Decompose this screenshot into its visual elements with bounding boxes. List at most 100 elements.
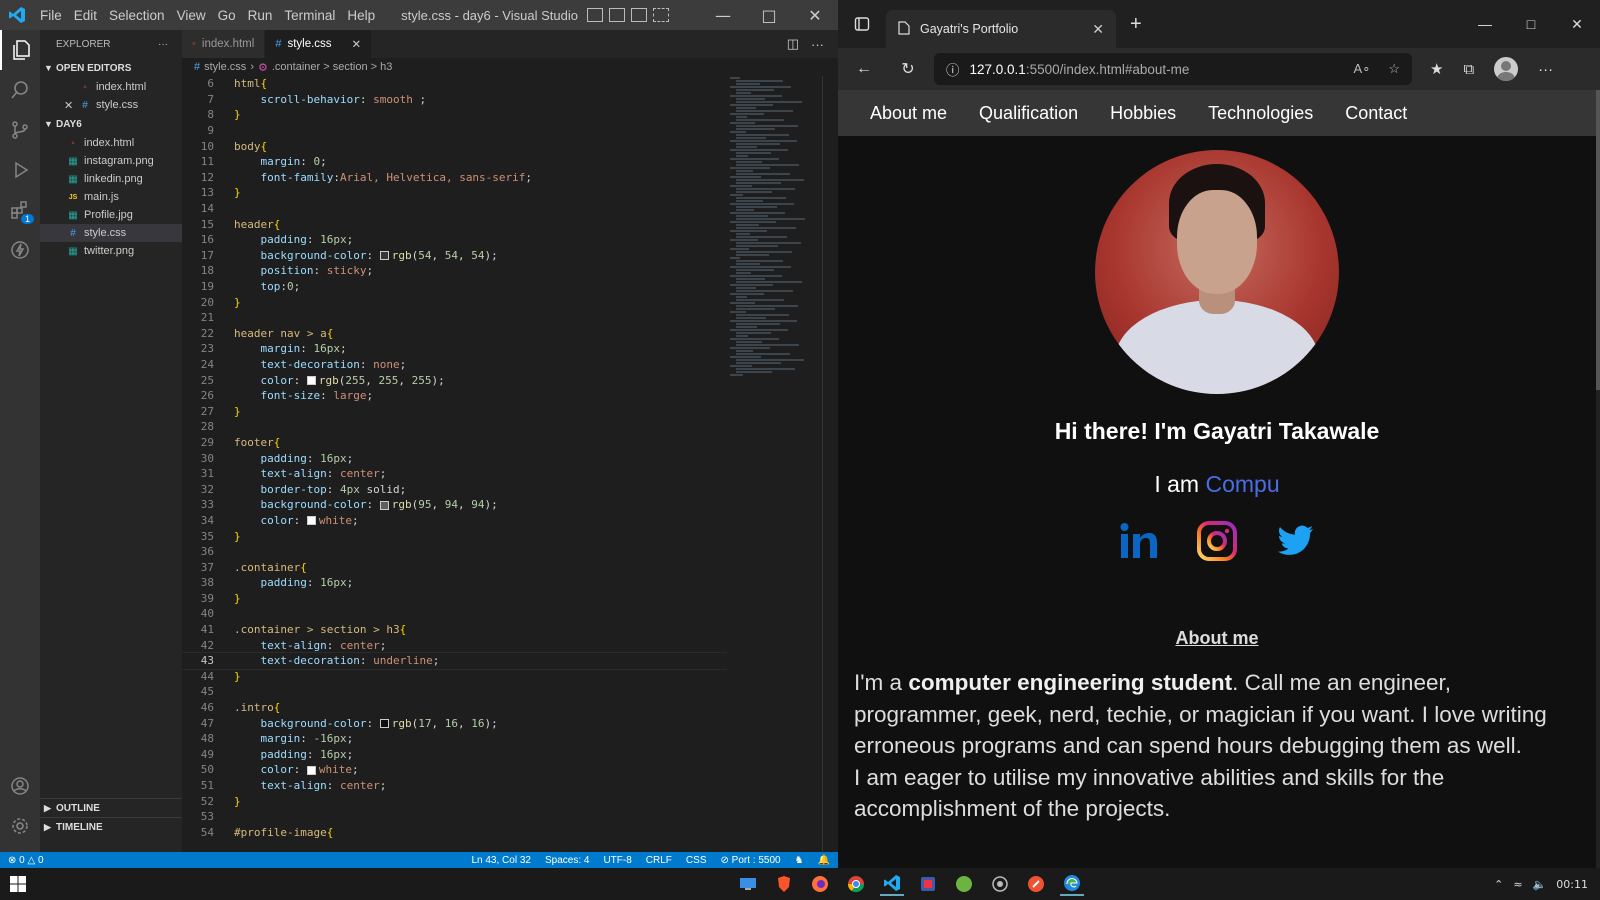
more-actions-icon[interactable]: ··· [158,39,168,50]
live-server-port[interactable]: ⊘ Port : 5500 [720,855,780,866]
editor-scrollbar[interactable] [822,76,836,852]
code-line[interactable]: 14 [182,201,727,217]
customize-layout-icon[interactable] [653,8,670,22]
color-swatch-icon[interactable] [306,376,316,386]
toggle-panel-icon[interactable] [609,8,626,22]
code-line[interactable]: 17 background-color: rgb(54, 54, 54); [182,248,727,264]
file-tree-item[interactable]: ▦ twitter.png [40,242,182,260]
file-tree-item[interactable]: ▦ Profile.jpg [40,206,182,224]
maximize-icon[interactable]: □ [746,6,792,25]
read-aloud-icon[interactable]: A∘ [1354,61,1371,77]
file-tree-item[interactable]: # style.css [40,224,182,242]
info-icon[interactable]: ⓘ [946,59,960,79]
code-line[interactable]: 48 margin: -16px; [182,731,727,747]
code-line[interactable]: 27} [182,403,727,419]
language-mode[interactable]: CSS [686,855,707,866]
file-tree-item[interactable]: ▦ instagram.png [40,152,182,170]
speaker-icon[interactable]: 🔈 [1533,878,1547,891]
menu-item-run[interactable]: Run [242,8,279,23]
code-line[interactable]: 33 background-color: rgb(95, 94, 94); [182,497,727,513]
code-line[interactable]: 9 [182,123,727,139]
code-line[interactable]: 20} [182,294,727,310]
twitter-icon[interactable] [1274,520,1316,562]
page-scrollbar[interactable] [1596,90,1600,868]
instagram-icon[interactable] [1196,520,1238,562]
code-line[interactable]: 19 top:0; [182,279,727,295]
color-swatch-icon[interactable] [379,500,389,510]
linkedin-icon[interactable] [1118,520,1160,562]
code-line[interactable]: 47 background-color: rgb(17, 16, 16); [182,715,727,731]
code-line[interactable]: 42 text-align: center; [182,637,727,653]
settings-gear-icon[interactable] [0,806,40,846]
menu-item-go[interactable]: Go [212,8,242,23]
code-line[interactable]: 51 text-align: center; [182,778,727,794]
more-actions-icon[interactable]: ··· [811,37,824,52]
close-tab-icon[interactable]: ✕ [352,37,362,51]
color-swatch-icon[interactable] [306,765,316,775]
problems-indicator[interactable]: ⊗ 0 △ 0 [8,855,44,866]
code-line[interactable]: 29 footer{ [182,435,727,451]
vscode-icon[interactable] [880,872,904,896]
code-line[interactable]: 28 [182,419,727,435]
back-arrow-icon[interactable]: ← [846,60,882,78]
minimap[interactable] [730,76,810,396]
menu-item-edit[interactable]: Edit [68,8,103,23]
code-line[interactable]: 11 margin: 0; [182,154,727,170]
code-editor[interactable]: 6 html{7 scroll-behavior: smooth ; 8} 9 10 bo… [182,76,727,852]
code-line[interactable]: 12 font-family:Arial, Helvetica, sans-se… [182,170,727,186]
cursor-position[interactable]: Ln 43, Col 32 [471,855,531,866]
wifi-icon[interactable]: ≈ [1513,878,1522,891]
nav-link-qualification[interactable]: Qualification [979,103,1078,124]
code-line[interactable]: 22 header nav > a{ [182,326,727,342]
breadcrumb-file[interactable]: style.css [204,61,246,73]
explorer-icon[interactable] [0,30,40,70]
nav-link-contact[interactable]: Contact [1345,103,1407,124]
tab-style-css[interactable]: # style.css ✕ [265,30,373,58]
encoding[interactable]: UTF-8 [603,855,631,866]
close-icon[interactable]: ✕ [64,99,78,112]
extensions-icon[interactable]: 1 [0,190,40,230]
code-line[interactable]: 38 padding: 16px; [182,575,727,591]
code-line[interactable]: 46 .intro{ [182,700,727,716]
code-line[interactable]: 49 padding: 16px; [182,747,727,763]
color-swatch-icon[interactable] [379,719,389,729]
code-line[interactable]: 16 padding: 16px; [182,232,727,248]
address-bar[interactable]: ⓘ 127.0.0.1:5500/index.html#about-me A∘ … [934,53,1412,85]
minimize-icon[interactable]: — [1462,16,1508,33]
new-tab-icon[interactable]: + [1130,13,1142,36]
edge-icon[interactable] [1060,872,1084,896]
favorites-icon[interactable]: ★ [1430,60,1443,78]
code-line[interactable]: 30 padding: 16px; [182,450,727,466]
chevron-up-icon[interactable]: ⌃ [1494,878,1503,891]
code-line[interactable]: 6 html{ [182,76,727,92]
chrome-icon[interactable] [844,872,868,896]
outline-section[interactable]: ▶ OUTLINE [40,798,182,817]
code-line[interactable]: 13} [182,185,727,201]
code-line[interactable]: 25 color: rgb(255, 255, 255); [182,372,727,388]
code-line[interactable]: 26 font-size: large; [182,388,727,404]
code-line[interactable]: 44} [182,669,727,685]
browser-tab[interactable]: Gayatri's Portfolio ✕ [886,10,1116,48]
code-line[interactable]: 8} [182,107,727,123]
code-line[interactable]: 21 [182,310,727,326]
desktop-app-icon[interactable] [736,872,760,896]
app-icon-2[interactable] [988,872,1012,896]
add-favorite-icon[interactable]: ☆ [1388,61,1400,77]
file-tree-item[interactable]: ▦ linkedin.png [40,170,182,188]
brave-icon[interactable] [772,872,796,896]
source-control-icon[interactable] [0,110,40,150]
maximize-icon[interactable]: □ [1508,16,1554,33]
code-line[interactable]: 31 text-align: center; [182,466,727,482]
open-editor-item[interactable]: ◦ index.html [40,78,182,96]
code-line[interactable]: 43 text-decoration: underline; [182,651,727,670]
breadcrumb-selector[interactable]: .container > section > h3 [272,61,392,73]
code-line[interactable]: 50 color: white; [182,762,727,778]
code-line[interactable]: 24 text-decoration: none; [182,357,727,373]
search-icon[interactable] [0,70,40,110]
code-line[interactable]: 52} [182,793,727,809]
firefox-icon[interactable] [808,872,832,896]
tab-index-html[interactable]: ◦ index.html [182,30,266,58]
timeline-section[interactable]: ▶ TIMELINE [40,817,182,836]
code-line[interactable]: 34 color: white; [182,513,727,529]
git-icon[interactable] [1024,872,1048,896]
